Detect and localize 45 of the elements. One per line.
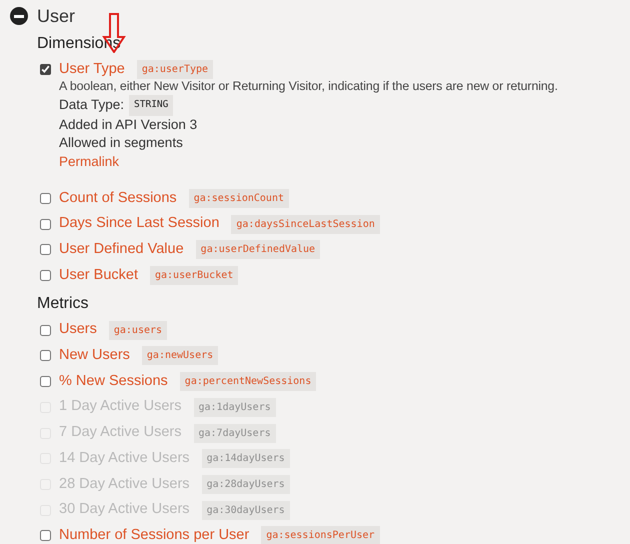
field-name[interactable]: Users	[59, 319, 97, 342]
api-code: ga:30dayUsers	[202, 500, 290, 520]
api-code: ga:sessionCount	[188, 189, 289, 208]
api-code: ga:newUsers	[142, 346, 218, 366]
checkbox[interactable]	[40, 324, 51, 336]
field-name[interactable]: Count of Sessions	[59, 188, 177, 210]
checkbox[interactable]	[40, 376, 51, 388]
group-heading: Metrics	[37, 294, 90, 314]
field-name: 1 Day Active Users	[59, 397, 182, 416]
info-line: Allowed in segments	[59, 134, 184, 152]
section-title: User	[37, 4, 76, 28]
field-name[interactable]: Days Since Last Session	[59, 213, 220, 236]
api-code: ga:users	[108, 320, 168, 340]
checkbox[interactable]	[40, 64, 51, 76]
field-name[interactable]: New Users	[59, 345, 130, 367]
api-code: ga:userBucket	[150, 266, 238, 286]
field-name: 28 Day Active Users	[59, 474, 190, 494]
field-name[interactable]: User Defined Value	[59, 239, 184, 261]
api-code: ga:14dayUsers	[202, 449, 290, 468]
api-code: ga:percentNewSessions	[180, 372, 316, 392]
api-code: ga:28dayUsers	[202, 474, 290, 494]
api-code: ga:userType	[136, 60, 214, 80]
checkbox[interactable]	[40, 193, 51, 204]
api-code: ga:userDefinedValue	[196, 240, 320, 260]
field-name[interactable]: User Bucket	[59, 264, 138, 286]
field-name[interactable]: % New Sessions	[59, 370, 168, 392]
field-name: 30 Day Active Users	[59, 500, 190, 520]
api-code: ga:1dayUsers	[194, 398, 276, 417]
data-type-label: Data Type:	[59, 96, 124, 114]
api-code: ga:daysSinceLastSession	[231, 214, 380, 234]
permalink[interactable]: Permalink	[59, 154, 120, 170]
field-name: 14 Day Active Users	[59, 448, 190, 468]
checkbox[interactable]	[40, 350, 51, 362]
data-type-value: STRING	[129, 95, 174, 116]
field-name[interactable]: Number of Sessions per User	[59, 524, 250, 544]
checkbox[interactable]	[40, 218, 51, 230]
checkbox[interactable]	[40, 244, 51, 256]
api-code: ga:7dayUsers	[194, 424, 276, 442]
minus-icon	[14, 14, 24, 18]
checkbox[interactable]	[40, 270, 51, 282]
checkbox[interactable]	[40, 530, 51, 542]
collapse-toggle[interactable]	[10, 7, 28, 25]
info-line: Added in API Version 3	[59, 116, 198, 134]
field-name: 7 Day Active Users	[59, 423, 182, 442]
api-code: ga:sessionsPerUser	[261, 526, 380, 544]
